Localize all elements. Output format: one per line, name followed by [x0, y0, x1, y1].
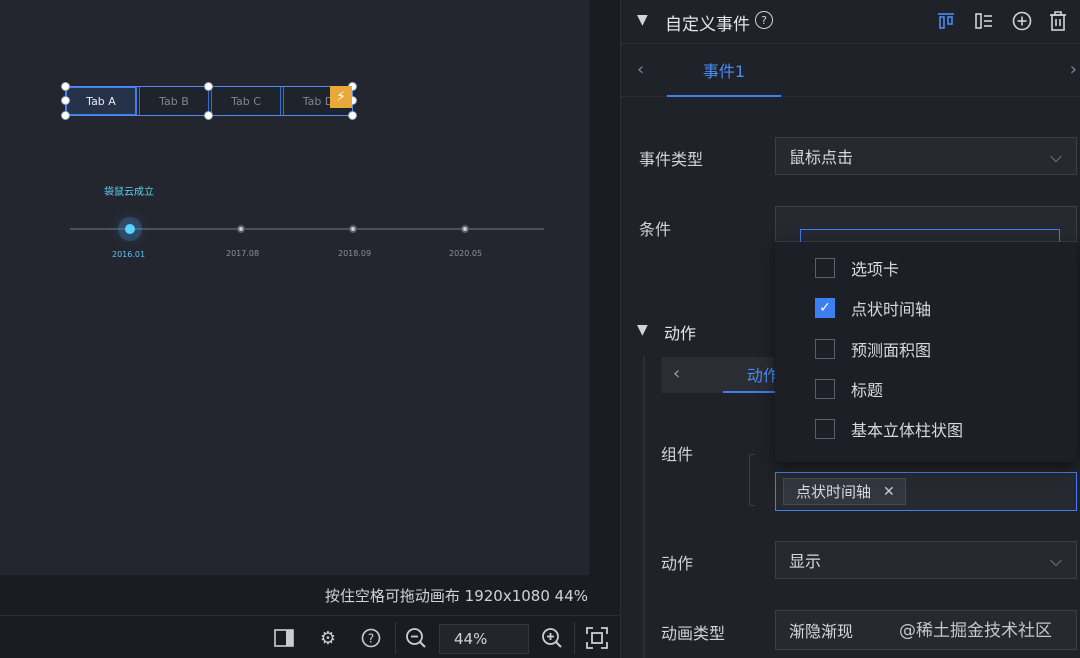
- resize-handle-top-left[interactable]: [61, 82, 70, 91]
- option-label: 标题: [851, 381, 884, 400]
- chevron-down-icon[interactable]: ▼: [637, 322, 648, 338]
- dropdown-option[interactable]: 基本立体柱状图: [815, 416, 963, 442]
- panel-header: ▼ 自定义事件 ?: [621, 0, 1080, 44]
- timeline-dot[interactable]: [461, 225, 469, 233]
- canvas-toolbar: ⚙ ? 44%: [0, 615, 620, 658]
- chevron-left-icon[interactable]: ‹: [673, 363, 680, 384]
- tab-a[interactable]: Tab A: [65, 86, 137, 116]
- panel-title: 自定义事件: [665, 15, 750, 35]
- chevron-left-icon[interactable]: ‹: [637, 59, 644, 80]
- condition-input[interactable]: [775, 206, 1077, 243]
- timeline-label: 2020.05: [449, 249, 483, 258]
- dropdown-option[interactable]: 标题: [815, 376, 883, 402]
- action-section-rail: [643, 356, 645, 658]
- resize-handle-left[interactable]: [61, 96, 70, 105]
- tab-b[interactable]: Tab B: [139, 86, 209, 116]
- animation-type-label: 动画类型: [661, 624, 726, 643]
- watermark: @稀土掘金技术社区: [899, 621, 1052, 641]
- event-type-select[interactable]: 鼠标点击 ⌵: [775, 137, 1077, 175]
- svg-text:?: ?: [368, 632, 374, 646]
- resize-handle-bottom-left[interactable]: [61, 111, 70, 120]
- resize-handle-bottom-right[interactable]: [348, 111, 357, 120]
- chevron-right-icon[interactable]: ›: [1070, 59, 1077, 80]
- option-label: 点状时间轴: [851, 300, 932, 319]
- help-icon[interactable]: ?: [359, 626, 383, 650]
- toolbar-divider: [574, 622, 575, 654]
- event-config-panel: ▼ 自定义事件 ? ‹ 事件1 › 事件类型 鼠标点击 ⌵ 条件 ▼ 动作 ‹ …: [620, 0, 1080, 658]
- animation-type-value: 渐隐渐现: [789, 622, 854, 641]
- checkbox[interactable]: [815, 379, 835, 399]
- align-top-icon[interactable]: [935, 10, 957, 32]
- toolbar-divider: [395, 622, 396, 654]
- checkbox[interactable]: [815, 258, 835, 278]
- timeline-dot[interactable]: [349, 225, 357, 233]
- condition-label: 条件: [639, 220, 672, 239]
- fit-screen-icon[interactable]: [585, 626, 609, 650]
- option-label: 预测面积图: [851, 341, 932, 360]
- panel-toggle-icon[interactable]: [272, 626, 296, 650]
- chevron-down-icon: ⌵: [1049, 147, 1062, 166]
- checkbox-checked[interactable]: ✓: [815, 298, 835, 318]
- action-label: 动作: [661, 554, 694, 573]
- dropdown-option[interactable]: 选项卡: [815, 255, 899, 281]
- condition-inner-box[interactable]: [800, 229, 1060, 243]
- timeline-dot-active[interactable]: [125, 224, 135, 234]
- action-tab-bar: ‹ 动作1: [661, 357, 813, 393]
- status-bar: 按住空格可拖动画布 1920x1080 44%: [0, 575, 620, 615]
- tab-c[interactable]: Tab C: [211, 86, 281, 116]
- timeline-event-title: 袋鼠云成立: [104, 187, 154, 198]
- action-section-title: 动作: [664, 324, 697, 343]
- action-select[interactable]: 显示 ⌵: [775, 541, 1077, 579]
- event-type-label: 事件类型: [639, 150, 704, 169]
- chip-label: 点状时间轴: [796, 483, 872, 501]
- checkbox[interactable]: [815, 339, 835, 359]
- component-multiselect[interactable]: 点状时间轴 ✕: [775, 472, 1077, 511]
- component-label: 组件: [661, 445, 694, 464]
- canvas-gutter: [589, 0, 620, 575]
- option-label: 基本立体柱状图: [851, 421, 964, 440]
- list-layout-icon[interactable]: [973, 10, 995, 32]
- add-circle-icon[interactable]: [1011, 10, 1033, 32]
- resize-handle-top[interactable]: [204, 82, 213, 91]
- chevron-down-icon: ⌵: [1049, 551, 1062, 570]
- action-value: 显示: [789, 552, 822, 571]
- zoom-level-field[interactable]: 44%: [439, 624, 529, 654]
- gear-icon[interactable]: ⚙: [316, 626, 340, 650]
- dropdown-option[interactable]: 预测面积图: [815, 336, 931, 362]
- tab-event-1[interactable]: 事件1: [667, 45, 781, 97]
- dropdown-option[interactable]: ✓ 点状时间轴: [815, 295, 931, 321]
- help-icon[interactable]: ?: [755, 11, 773, 29]
- timeline-axis: [70, 228, 544, 230]
- chevron-down-icon[interactable]: ▼: [637, 12, 648, 28]
- field-bracket: [749, 454, 755, 506]
- zoom-out-icon[interactable]: [404, 626, 428, 650]
- event-tab-bar: ‹ 事件1 ›: [621, 45, 1080, 97]
- resize-handle-bottom[interactable]: [204, 111, 213, 120]
- timeline-label: 2018.09: [338, 249, 372, 258]
- close-icon[interactable]: ✕: [883, 484, 895, 500]
- timeline-label: 2017.08: [226, 249, 260, 258]
- timeline-dot[interactable]: [237, 225, 245, 233]
- timeline-label: 2016.01: [112, 250, 146, 259]
- design-canvas[interactable]: Tab A Tab B Tab C Tab D ⚡ 袋鼠云成立 2016.01 …: [0, 0, 589, 575]
- zoom-in-icon[interactable]: [540, 626, 564, 650]
- event-type-value: 鼠标点击: [789, 148, 854, 167]
- trash-icon[interactable]: [1047, 10, 1069, 32]
- lightning-icon[interactable]: ⚡: [330, 86, 352, 108]
- component-dropdown: 选项卡 ✓ 点状时间轴 预测面积图 标题 基本立体柱状图: [775, 242, 1077, 462]
- checkbox[interactable]: [815, 419, 835, 439]
- selected-component-chip: 点状时间轴 ✕: [783, 478, 906, 505]
- option-label: 选项卡: [851, 260, 900, 279]
- canvas-status-text: 按住空格可拖动画布 1920x1080 44%: [324, 587, 588, 605]
